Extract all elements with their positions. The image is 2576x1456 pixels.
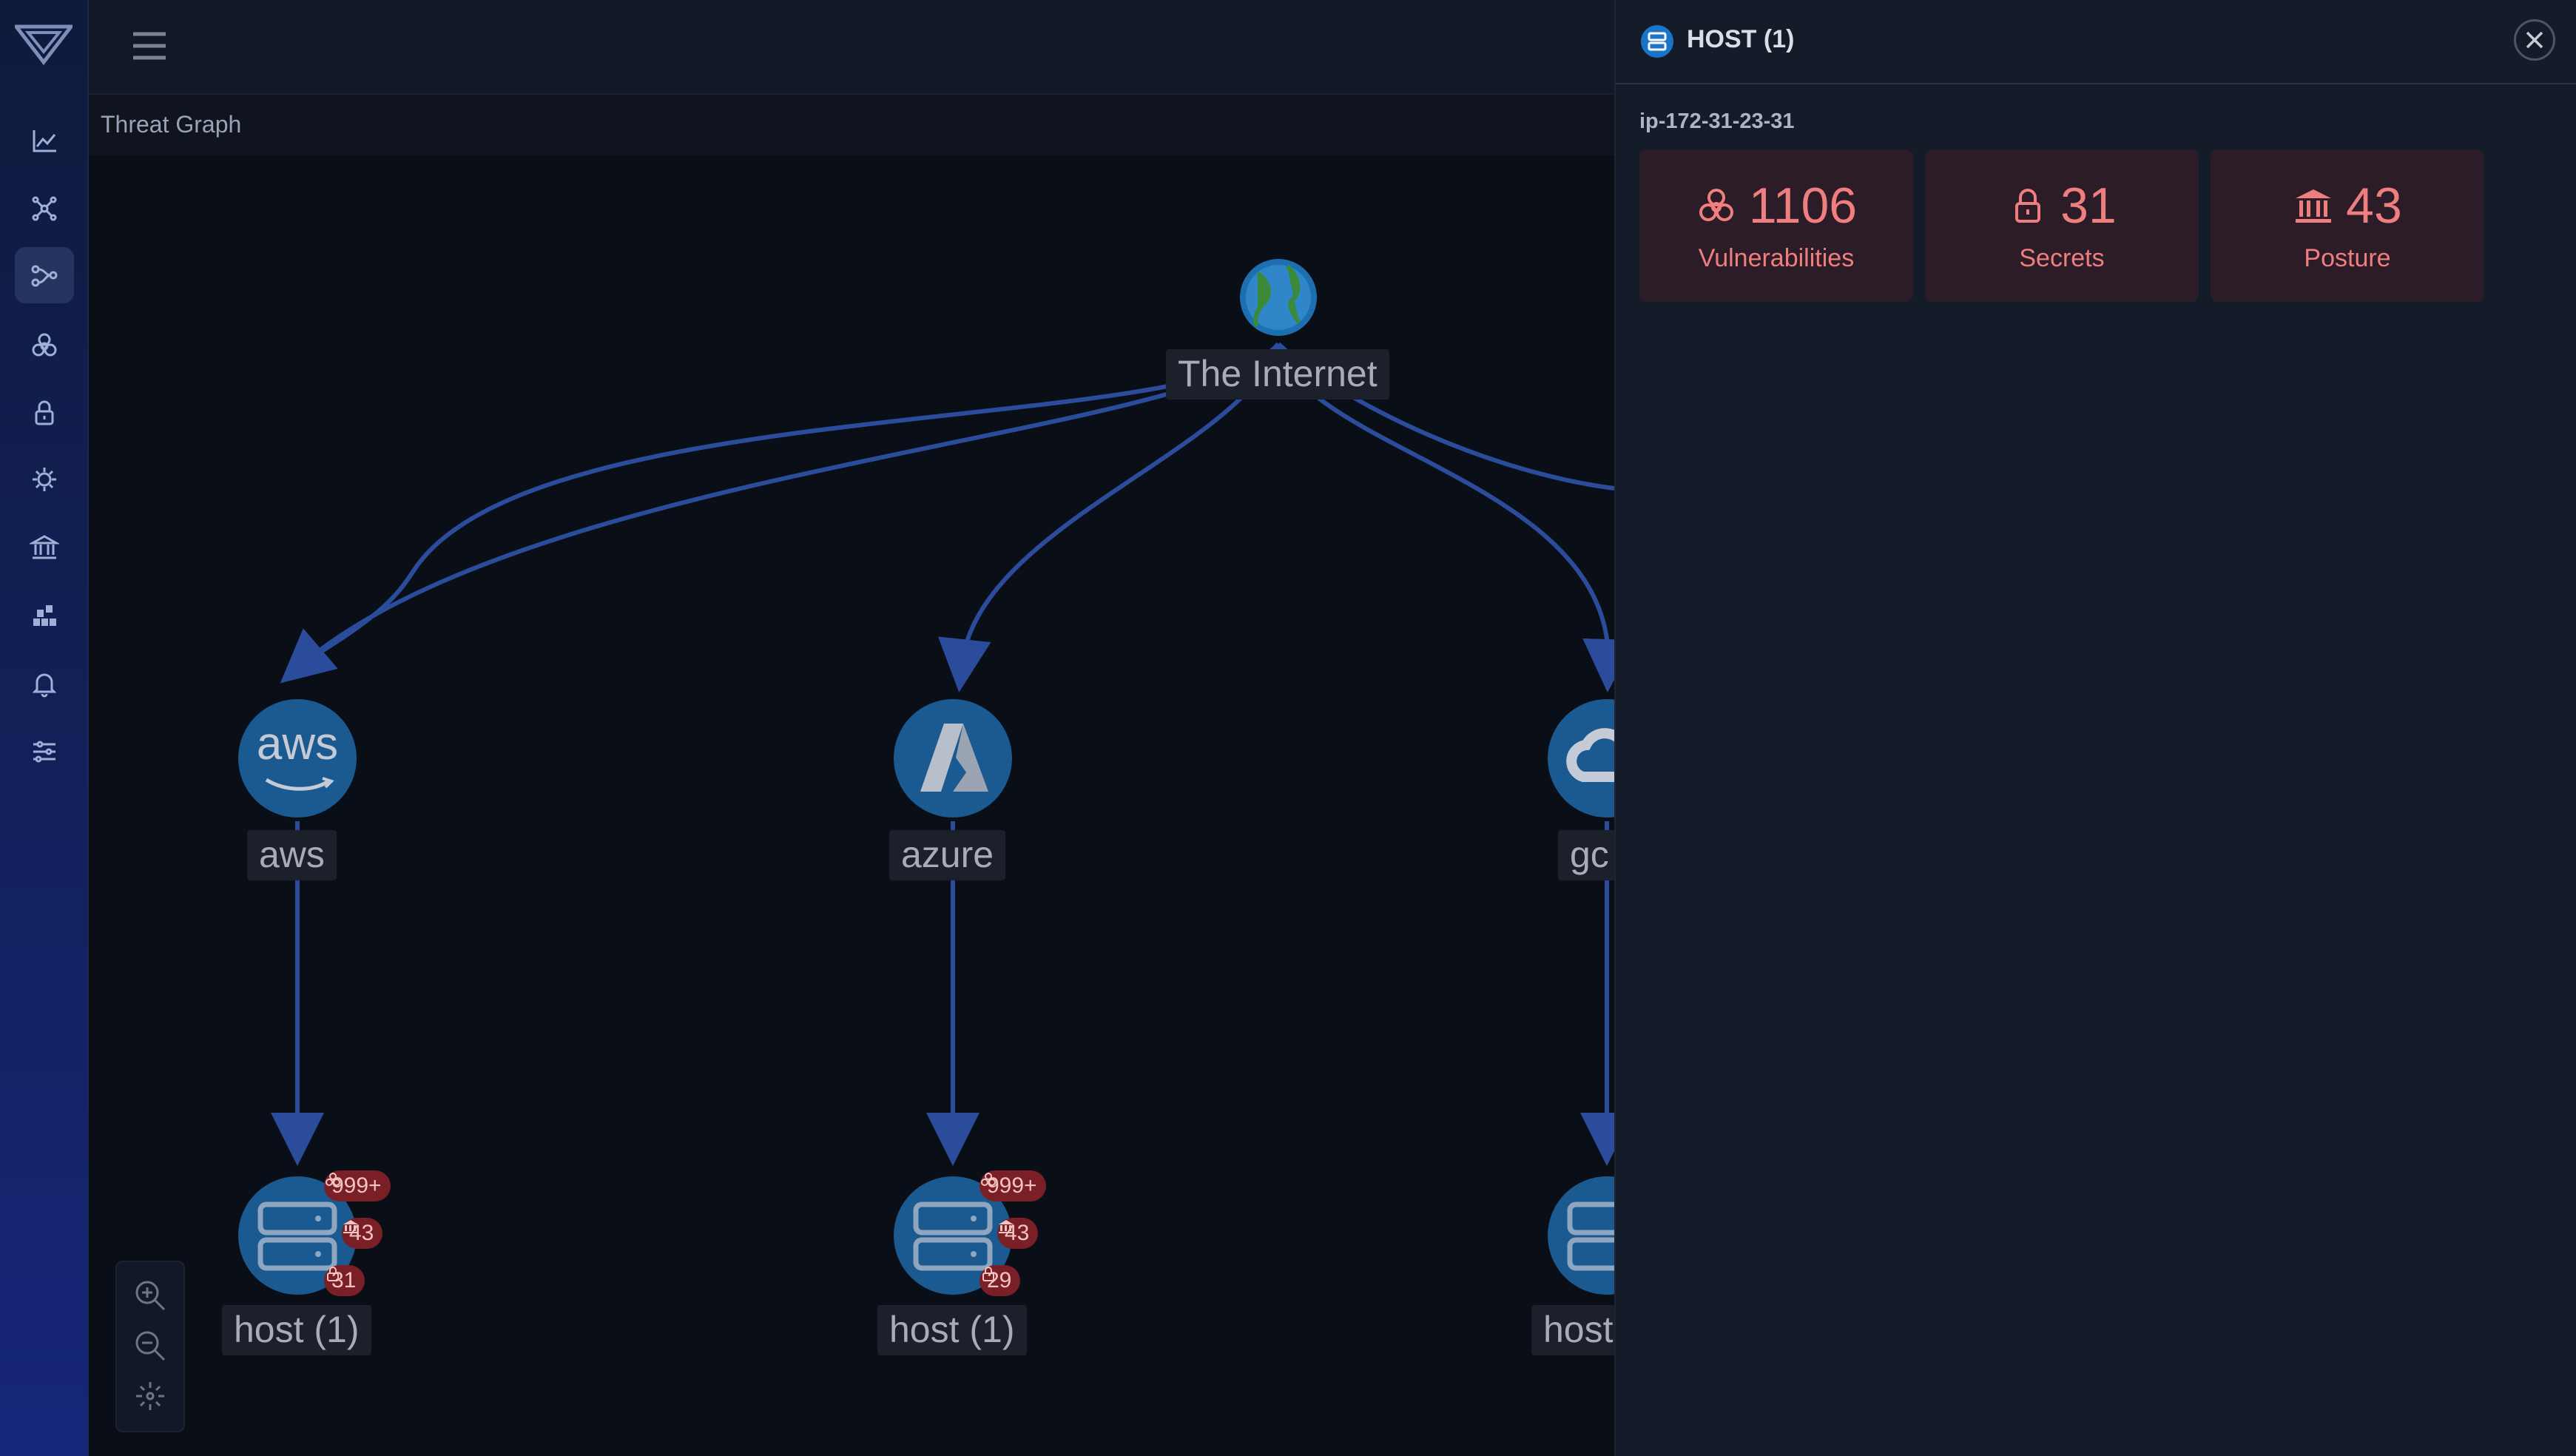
aws-logo-icon: aws [256,718,339,769]
bank-icon [30,535,59,559]
vulnerability-badge: 999+ [324,1170,391,1201]
registry-icon [33,605,56,626]
sidebar [0,0,89,1456]
stat-value: 31 [2060,178,2117,234]
azure-node-label: azure [889,830,1006,880]
aws-smile [265,777,334,791]
azure-logo-icon [920,724,988,792]
stat-label: Posture [2304,244,2391,272]
stat-card-secrets[interactable]: 31 Secrets [1925,149,2199,302]
aws-node-label: aws [247,830,337,880]
internet-node-label: The Internet [1166,349,1389,400]
nav-settings[interactable] [15,724,74,780]
host-details-panel: HOST (1) ip-172-31-23-31 1106 Vulnerabil… [1614,0,2576,1456]
stat-value: 43 [2346,178,2402,234]
stat-label: Vulnerabilities [1698,244,1855,272]
threat-graph-icon [31,265,58,287]
vulnerability-badge: 999+ [980,1170,1046,1201]
bell-icon [32,673,57,698]
host-label-azure: host (1) [877,1305,1027,1355]
stat-card-vulnerabilities[interactable]: 1106 Vulnerabilities [1639,149,1913,302]
host-icon [1641,25,1673,58]
panel-title: HOST (1) [1687,25,1795,53]
sliders-icon [33,741,55,763]
app-logo[interactable] [15,22,73,65]
stat-value: 1106 [1748,178,1858,234]
edge-internet-aws [296,343,1281,668]
posture-badge: 43 [997,1218,1039,1249]
breadcrumb: Threat Graph [101,111,242,138]
biohazard-icon [981,1173,996,1186]
fit-view-icon [136,1382,164,1410]
zoom-in-icon [135,1281,166,1311]
secrets-badge: 29 [980,1265,1021,1296]
biohazard-icon [326,1173,340,1186]
nav-vulnerabilities[interactable] [15,317,74,373]
lock-icon [2015,189,2041,223]
biohazard-icon [32,333,57,357]
zoom-controls [115,1261,185,1432]
bug-icon [33,468,56,491]
gcp-node-label: gc [1558,830,1621,880]
host-name: ip-172-31-23-31 [1639,109,1795,133]
zoom-in-button[interactable] [132,1277,169,1314]
bank-icon [999,1220,1014,1233]
top-bar [89,0,1614,95]
zoom-out-icon [135,1331,166,1361]
stat-card-posture[interactable]: 43 Posture [2211,149,2484,302]
hamburger-menu-icon[interactable] [130,28,169,64]
nav-notifications[interactable] [15,655,74,712]
host-label-aws: host (1) [222,1305,371,1355]
lock-icon [327,1267,339,1281]
nav-malware[interactable] [15,451,74,508]
biohazard-icon [1699,189,1733,221]
lock-icon [35,400,54,425]
posture-badge: 43 [342,1218,383,1249]
nav-threat-graph[interactable] [15,247,74,303]
topology-icon [32,196,57,221]
nav-registries[interactable] [15,587,74,644]
close-icon [2526,31,2543,49]
bank-icon [2296,189,2332,223]
secrets-badge: 31 [324,1265,365,1296]
host-node-gc[interactable] [1548,1176,1614,1295]
fit-view-button[interactable] [132,1378,169,1415]
chart-line-icon [33,130,56,152]
lock-icon [982,1267,994,1281]
threat-graph-canvas[interactable]: aws The Internet aws azure gc host (1) h… [89,155,1642,1456]
internet-node[interactable] [1240,259,1317,336]
nav-topology[interactable] [15,181,74,237]
breadcrumb-bar: Threat Graph [89,95,1614,155]
nav-posture[interactable] [15,519,74,576]
bank-icon [343,1220,358,1233]
stat-label: Secrets [2019,244,2105,272]
host-label-gc: host [1531,1305,1625,1355]
nav-dashboard[interactable] [15,112,74,169]
panel-header: HOST (1) [1616,0,2576,84]
close-button[interactable] [2514,19,2555,61]
zoom-out-button[interactable] [132,1327,169,1364]
nav-secrets[interactable] [15,385,74,441]
